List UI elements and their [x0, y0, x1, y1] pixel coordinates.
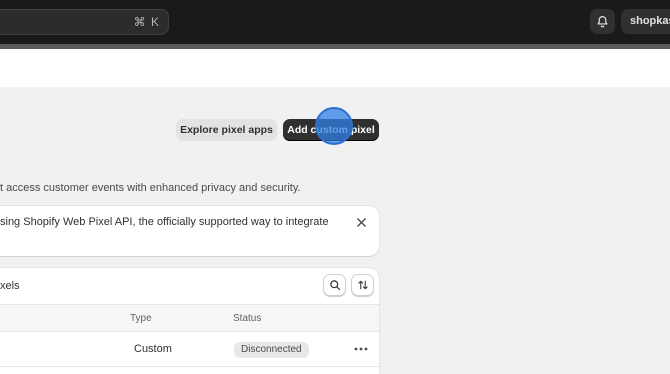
add-custom-pixel-label: Add custom pixel: [287, 124, 375, 136]
row-type: Custom: [134, 343, 172, 355]
page-description: t access customer events with enhanced p…: [0, 182, 301, 194]
table-row[interactable]: Custom Disconnected: [0, 332, 379, 367]
status-badge: Disconnected: [234, 342, 309, 358]
store-menu-button[interactable]: shopkasp: [621, 9, 670, 34]
banner-close-button[interactable]: [353, 214, 369, 230]
banner-text: sing Shopify Web Pixel API, the official…: [0, 216, 329, 228]
store-name: shopkasp: [630, 15, 670, 27]
table-header: Type Status: [0, 304, 379, 332]
explore-pixel-apps-button[interactable]: Explore pixel apps: [176, 119, 277, 141]
bell-icon: [597, 16, 608, 28]
sort-icon: [357, 280, 368, 290]
more-horizontal-icon: [354, 347, 368, 351]
add-custom-pixel-button[interactable]: Add custom pixel: [283, 119, 379, 141]
pixels-card: xels Type Status Custom Disconnected: [0, 268, 379, 374]
search-icon: [329, 280, 340, 291]
column-status: Status: [233, 313, 262, 324]
info-banner: sing Shopify Web Pixel API, the official…: [0, 206, 379, 256]
row-actions-button[interactable]: [351, 342, 371, 356]
search-shortcut-hint: ⌘ K: [133, 15, 160, 29]
search-button[interactable]: [323, 274, 346, 296]
notifications-button[interactable]: [590, 9, 615, 34]
card-title: xels: [0, 280, 20, 292]
search-input[interactable]: ⌘ K: [0, 9, 169, 35]
column-type: Type: [130, 313, 152, 324]
page-header-band: [0, 49, 670, 87]
close-icon: [356, 217, 366, 227]
explore-pixel-apps-label: Explore pixel apps: [180, 124, 273, 136]
sort-button[interactable]: [351, 274, 374, 296]
top-bar: ⌘ K shopkasp: [0, 0, 670, 44]
